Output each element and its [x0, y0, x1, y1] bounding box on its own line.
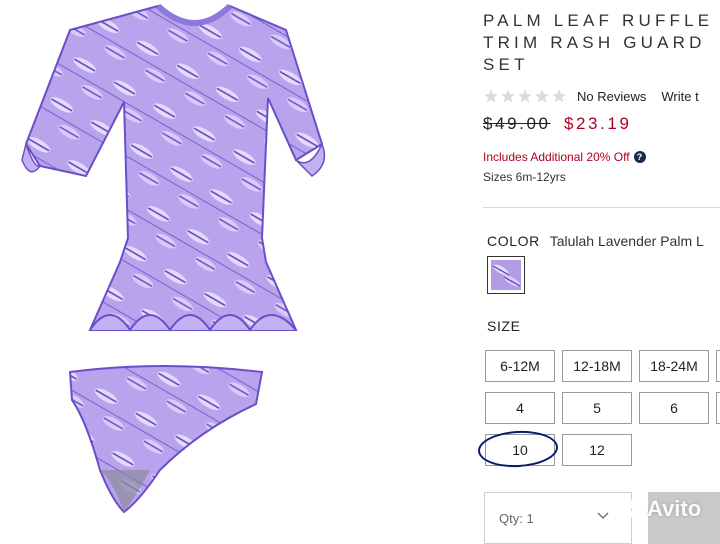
star-icon	[535, 89, 549, 103]
product-title-line: TRIM RASH GUARD	[483, 33, 706, 52]
chevron-down-icon	[597, 512, 609, 520]
size-option-6-12m[interactable]: 6-12M	[485, 350, 555, 382]
size-option-12-18m[interactable]: 12-18M	[562, 350, 632, 382]
size-option-4[interactable]: 4	[485, 392, 555, 424]
size-option-18-24m[interactable]: 18-24M	[639, 350, 709, 382]
color-value: Talulah Lavender Palm L	[549, 233, 704, 249]
star-icon	[552, 89, 566, 103]
help-icon[interactable]: ?	[633, 151, 646, 163]
star-icon	[501, 89, 515, 103]
quantity-select[interactable]: Qty: 1	[484, 492, 632, 544]
size-option-10[interactable]: 10	[485, 434, 555, 466]
color-swatch-selected[interactable]	[487, 256, 525, 294]
size-option-partial[interactable]	[716, 350, 720, 382]
product-title-line: PALM LEAF RUFFLE	[483, 11, 714, 30]
watermark-text: Avito	[647, 496, 702, 521]
palm-leaf-icon	[492, 264, 521, 287]
size-option-partial[interactable]	[716, 392, 720, 424]
product-title-line: SET	[483, 55, 529, 74]
quantity-label: Qty: 1	[499, 510, 534, 526]
reviews-count[interactable]: No Reviews	[577, 89, 646, 104]
color-label: COLOR	[487, 233, 540, 249]
size-option-6[interactable]: 6	[639, 392, 709, 424]
star-icon	[518, 89, 532, 103]
write-review-link[interactable]: Write t	[661, 89, 698, 104]
size-option-5[interactable]: 5	[562, 392, 632, 424]
size-option-12[interactable]: 12	[562, 434, 632, 466]
star-rating	[483, 88, 567, 104]
divider	[483, 207, 720, 208]
star-icon	[484, 89, 498, 103]
avito-logo-icon	[613, 499, 643, 518]
product-title: PALM LEAF RUFFLE TRIM RASH GUARD SET	[483, 10, 720, 76]
product-image	[0, 0, 470, 536]
price-row: $49.00 $23.19	[483, 114, 632, 134]
avito-watermark: Avito	[612, 496, 701, 522]
promo-text: Includes Additional 20% Off ?	[483, 150, 646, 164]
sale-price: $23.19	[563, 114, 632, 133]
color-row: COLOR Talulah Lavender Palm L	[487, 233, 704, 249]
original-price: $49.00	[483, 114, 551, 133]
rating-row: No Reviews Write t	[483, 88, 699, 104]
rash-guard-set-illustration	[21, 3, 326, 514]
promo-label: Includes Additional 20% Off	[483, 150, 630, 164]
size-label: SIZE	[487, 318, 521, 334]
swatch-pattern	[491, 260, 521, 290]
sizes-note: Sizes 6m-12yrs	[483, 170, 566, 184]
